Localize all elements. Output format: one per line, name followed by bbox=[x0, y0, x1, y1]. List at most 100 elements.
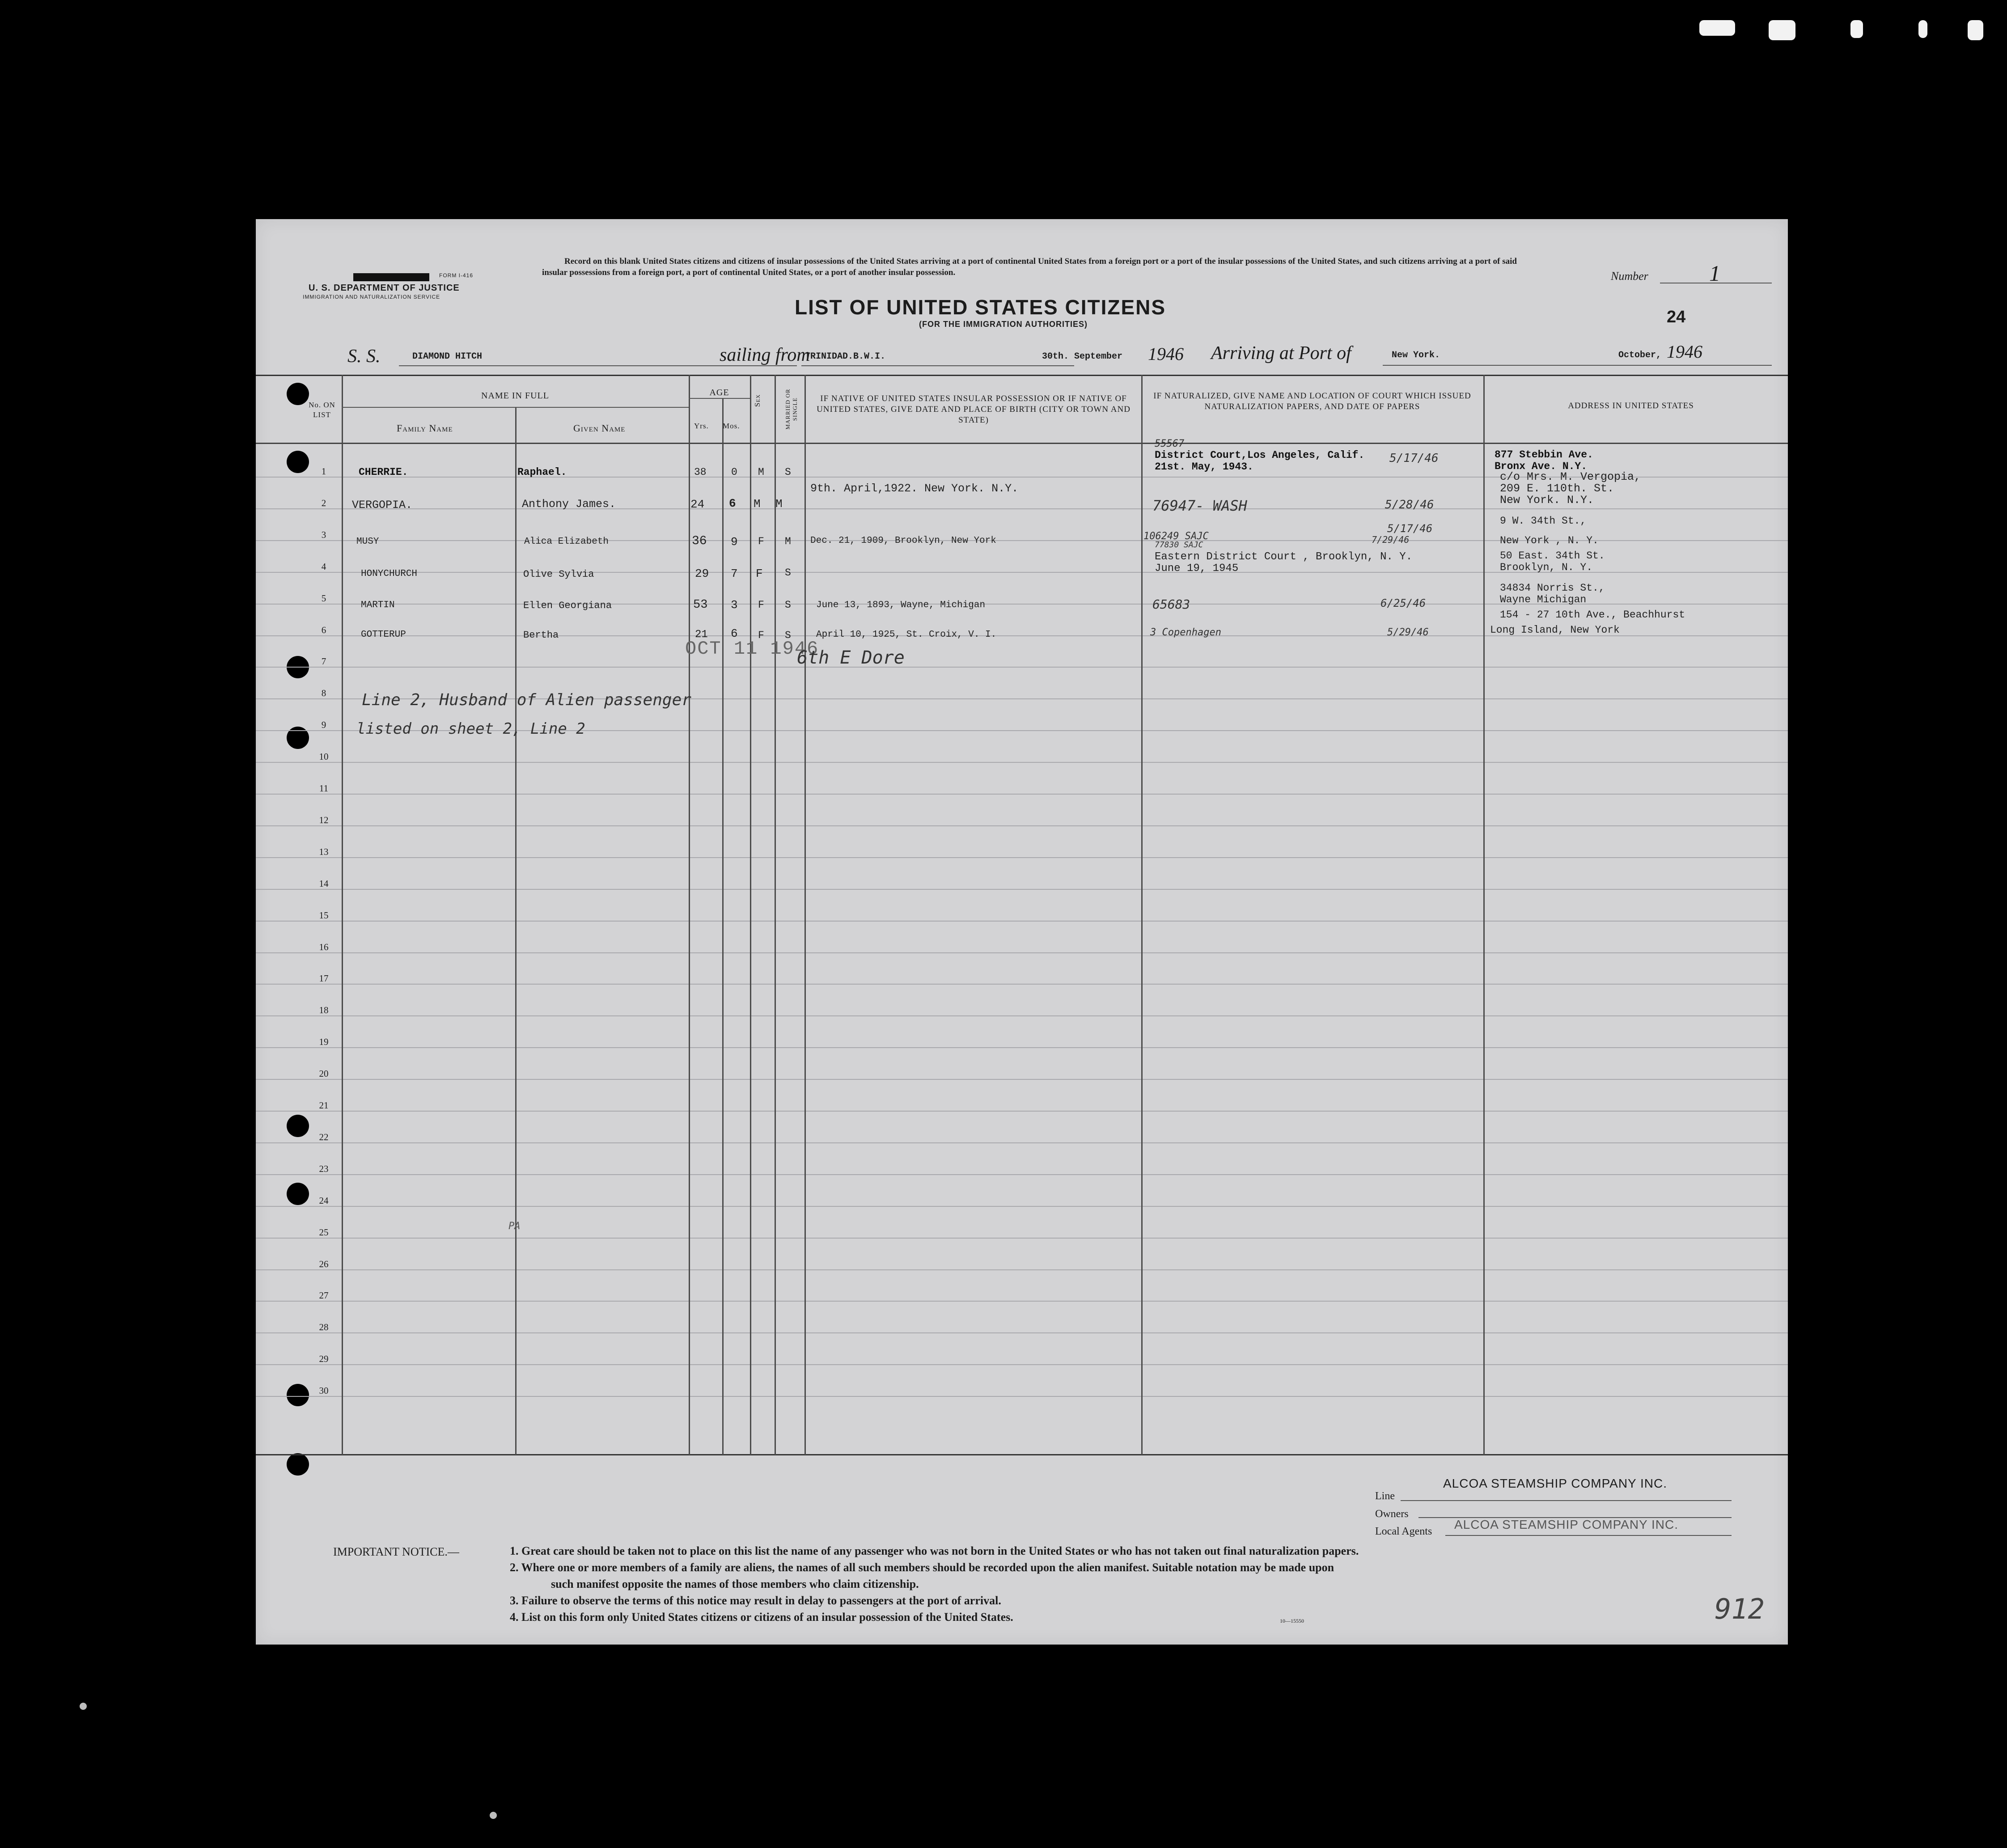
row-rule bbox=[256, 1301, 1788, 1302]
scan-mark bbox=[1918, 20, 1927, 38]
col-header-married-single: MARRIED OR SINGLE bbox=[784, 389, 798, 430]
local-agents-label: Local Agents bbox=[1375, 1526, 1432, 1537]
court-date: 21st. May, 1943. bbox=[1155, 461, 1253, 473]
col-line-sex bbox=[775, 375, 776, 1455]
arrival-month: October, bbox=[1618, 350, 1662, 360]
scan-mark bbox=[1769, 20, 1795, 40]
marital-status: M bbox=[785, 536, 791, 547]
arriving-label: Arriving at Port of bbox=[1211, 343, 1351, 364]
row-number: 11 bbox=[319, 783, 329, 794]
check-date: 5/28/46 bbox=[1385, 498, 1434, 512]
row-number: 8 bbox=[321, 688, 326, 699]
address-line-1: 9 W. 34th St., bbox=[1500, 515, 1587, 527]
family-name: CHERRIE. bbox=[359, 466, 408, 478]
number-label: Number bbox=[1611, 270, 1648, 283]
service-name: IMMIGRATION AND NATURALIZATION SERVICE bbox=[303, 294, 440, 300]
address-line-1: 154 - 27 10th Ave., Beachhurst bbox=[1500, 609, 1685, 621]
notice-2-continued: such manifest opposite the names of thos… bbox=[551, 1577, 919, 1590]
court-note-2: 77830 SAJC bbox=[1155, 540, 1203, 550]
marital-status: S bbox=[785, 599, 791, 611]
check-date: 6/25/46 bbox=[1380, 597, 1426, 609]
row-number: 21 bbox=[319, 1100, 329, 1111]
row-rule bbox=[256, 1205, 1788, 1207]
address-line-1: 50 East. 34th St. bbox=[1500, 550, 1605, 562]
check-date: 5/17/46 bbox=[1389, 452, 1439, 465]
check-date: 5/29/46 bbox=[1387, 627, 1429, 638]
row-rule bbox=[256, 1111, 1788, 1112]
row-rule bbox=[256, 920, 1788, 922]
col-header-yrs: Yrs. bbox=[694, 422, 709, 430]
handwritten-note-line8: Line 2, Husband of Alien passenger bbox=[362, 691, 691, 709]
row-number: 27 bbox=[319, 1290, 329, 1301]
age-years: 38 bbox=[694, 466, 707, 478]
col-line-mos bbox=[750, 375, 751, 1455]
row-number: 20 bbox=[319, 1068, 329, 1079]
handwritten-note-row6: 6th E Dore bbox=[797, 647, 905, 668]
age-months: 6 bbox=[729, 497, 736, 510]
family-name: MARTIN bbox=[361, 600, 395, 610]
given-name: Raphael. bbox=[517, 466, 567, 478]
address-line-1: 34834 Norris St., bbox=[1500, 582, 1605, 594]
punch-hole bbox=[287, 1453, 309, 1476]
punch-hole bbox=[287, 451, 309, 473]
address-line-2: New York , N. Y. bbox=[1500, 535, 1599, 546]
row-rule bbox=[256, 1269, 1788, 1270]
address-line-1: c/o Mrs. M. Vergopia, bbox=[1500, 470, 1641, 483]
col-header-sex: Sex bbox=[753, 394, 762, 407]
col-header-no: No. ON LIST bbox=[309, 401, 335, 419]
sex: F bbox=[758, 536, 764, 547]
form-number: FORM I-416 bbox=[439, 272, 474, 279]
row-rule bbox=[256, 762, 1788, 763]
punch-hole bbox=[287, 1384, 309, 1406]
port-to-underline bbox=[1383, 365, 1772, 366]
row-number: 19 bbox=[319, 1036, 329, 1048]
sex: M bbox=[754, 497, 761, 511]
address-line-2: Long Island, New York bbox=[1490, 624, 1620, 636]
row-rule bbox=[256, 667, 1788, 668]
row-number: 25 bbox=[319, 1226, 329, 1238]
scan-mark bbox=[1968, 20, 1983, 40]
row-number: 30 bbox=[319, 1385, 329, 1396]
row-rule bbox=[256, 1332, 1788, 1334]
notice-title: IMPORTANT NOTICE.— bbox=[333, 1545, 459, 1558]
marital-status: S bbox=[785, 567, 791, 579]
court-note: 55567 bbox=[1155, 438, 1185, 449]
court: Eastern District Court , Brooklyn, N. Y. bbox=[1155, 551, 1413, 563]
row-number: 13 bbox=[319, 846, 329, 857]
age-months: 9 bbox=[731, 535, 738, 549]
row-rule bbox=[256, 952, 1788, 953]
sex: M bbox=[758, 466, 764, 478]
address-line-2: Wayne Michigan bbox=[1500, 594, 1587, 605]
row-number: 9 bbox=[321, 719, 326, 731]
notice-3: 3. Failure to observe the terms of this … bbox=[510, 1594, 1001, 1607]
notice-1: 1. Great care should be taken not to pla… bbox=[510, 1544, 1359, 1557]
punch-hole bbox=[287, 1115, 309, 1137]
row-number: 2 bbox=[321, 497, 326, 508]
sail-year: 1946 bbox=[1148, 344, 1184, 364]
court-note: 3 Copenhagen bbox=[1150, 627, 1221, 638]
col-header-birth: IF NATIVE OF UNITED STATES INSULAR POSSE… bbox=[817, 394, 1131, 425]
col-line-birth bbox=[1141, 375, 1143, 1455]
col-header-age: AGE bbox=[709, 388, 729, 398]
owners-label: Owners bbox=[1375, 1508, 1409, 1520]
birth: Dec. 21, 1909, Brooklyn, New York bbox=[810, 536, 996, 546]
print-code: 10—15550 bbox=[1280, 1618, 1304, 1624]
row-number: 23 bbox=[319, 1163, 329, 1174]
row-number: 17 bbox=[319, 973, 329, 984]
port-from-underline bbox=[801, 365, 1074, 366]
court-note: 65683 bbox=[1152, 597, 1190, 612]
sail-date: 30th. September bbox=[1042, 351, 1123, 362]
row-number: 5 bbox=[321, 592, 326, 604]
local-agents-company: ALCOA STEAMSHIP COMPANY INC. bbox=[1454, 1518, 1679, 1531]
col-header-family-name: Family Name bbox=[397, 423, 453, 434]
check-date-2: 7/29/46 bbox=[1372, 534, 1410, 545]
family-name: HONYCHURCH bbox=[361, 569, 418, 579]
row-number: 4 bbox=[321, 561, 326, 572]
age-months: 0 bbox=[731, 466, 737, 478]
address-line-1: 877 Stebbin Ave. bbox=[1495, 449, 1593, 461]
row-rule bbox=[256, 1047, 1788, 1049]
row-number: 15 bbox=[319, 909, 329, 921]
family-name: GOTTERUP bbox=[361, 630, 406, 640]
row-rule bbox=[256, 825, 1788, 826]
given-name: Bertha bbox=[523, 630, 559, 641]
